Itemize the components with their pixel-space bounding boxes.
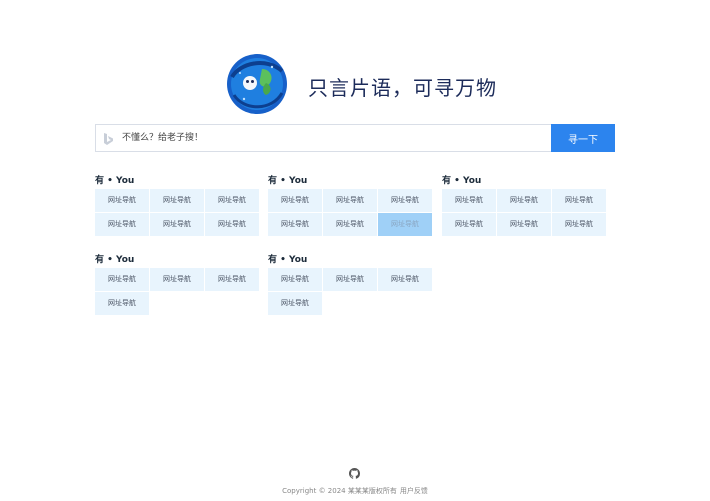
bing-icon[interactable]	[102, 132, 114, 146]
nav-link[interactable]: 网址导航	[268, 189, 322, 212]
nav-group-1: 有 • You 网址导航 网址导航 网址导航 网址导航 网址导航 网址导航	[95, 176, 260, 236]
nav-group-4: 有 • You 网址导航 网址导航 网址导航 网址导航	[95, 255, 260, 315]
nav-link[interactable]: 网址导航	[497, 213, 551, 236]
nav-link[interactable]: 网址导航	[323, 213, 377, 236]
nav-link[interactable]: 网址导航	[552, 189, 606, 212]
nav-link[interactable]: 网址导航	[323, 268, 377, 291]
group-title: 有 • You	[95, 176, 135, 186]
group-grid: 网址导航 网址导航 网址导航 网址导航	[268, 268, 433, 315]
nav-link[interactable]: 网址导航	[150, 268, 204, 291]
group-title: 有 • You	[95, 255, 135, 265]
nav-link[interactable]: 网址导航	[95, 292, 149, 315]
nav-link[interactable]: 网址导航	[497, 189, 551, 212]
group-title: 有 • You	[268, 176, 308, 186]
nav-link[interactable]: 网址导航	[95, 268, 149, 291]
search-input[interactable]	[122, 125, 542, 151]
page: 只言片语，可寻万物 寻一下 有 • You 网址导航 网址导航 网址导航 网址导…	[0, 0, 710, 501]
nav-group-5: 有 • You 网址导航 网址导航 网址导航 网址导航	[268, 255, 433, 315]
nav-group-2: 有 • You 网址导航 网址导航 网址导航 网址导航 网址导航 网址导航	[268, 176, 433, 236]
nav-link[interactable]: 网址导航	[268, 292, 322, 315]
earth-logo-icon	[227, 54, 287, 114]
nav-link[interactable]: 网址导航	[205, 189, 259, 212]
nav-link[interactable]: 网址导航	[442, 213, 496, 236]
feedback-link[interactable]: 用户反馈	[400, 487, 428, 495]
nav-group-3: 有 • You 网址导航 网址导航 网址导航 网址导航 网址导航 网址导航	[442, 176, 607, 236]
copyright-text: Copyright © 2024 某某某版权所有	[282, 487, 397, 495]
group-grid: 网址导航 网址导航 网址导航 网址导航	[95, 268, 260, 315]
group-grid: 网址导航 网址导航 网址导航 网址导航 网址导航 网址导航	[268, 189, 433, 236]
nav-link[interactable]: 网址导航	[442, 189, 496, 212]
search-button[interactable]: 寻一下	[551, 124, 615, 152]
group-title: 有 • You	[268, 255, 308, 265]
nav-link[interactable]: 网址导航	[323, 189, 377, 212]
nav-link[interactable]: 网址导航	[95, 213, 149, 236]
nav-link[interactable]: 网址导航	[205, 213, 259, 236]
group-title: 有 • You	[442, 176, 482, 186]
footer: Copyright © 2024 某某某版权所有 用户反馈	[0, 486, 710, 496]
nav-link[interactable]: 网址导航	[95, 189, 149, 212]
github-icon[interactable]	[349, 468, 360, 479]
nav-link[interactable]: 网址导航	[205, 268, 259, 291]
nav-link[interactable]: 网址导航	[268, 268, 322, 291]
search-bar: 寻一下	[95, 124, 615, 152]
nav-link[interactable]: 网址导航	[378, 189, 432, 212]
nav-link[interactable]: 网址导航	[150, 189, 204, 212]
nav-link-hovered[interactable]: 网址导航	[378, 213, 432, 236]
nav-link[interactable]: 网址导航	[552, 213, 606, 236]
group-grid: 网址导航 网址导航 网址导航 网址导航 网址导航 网址导航	[95, 189, 260, 236]
group-grid: 网址导航 网址导航 网址导航 网址导航 网址导航 网址导航	[442, 189, 607, 236]
nav-link[interactable]: 网址导航	[150, 213, 204, 236]
nav-link[interactable]: 网址导航	[268, 213, 322, 236]
nav-link[interactable]: 网址导航	[378, 268, 432, 291]
slogan-title: 只言片语，可寻万物	[308, 76, 497, 100]
